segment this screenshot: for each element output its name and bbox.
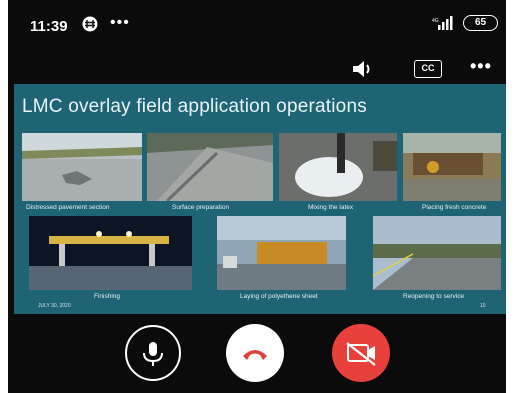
caption-mixing-latex: Mixing the latex <box>308 204 354 211</box>
photo-polyethene-sheet <box>217 216 346 290</box>
caption-distressed-pavement: Distressed pavement section <box>26 204 110 211</box>
closed-caption-icon[interactable]: CC <box>414 60 442 78</box>
photo-distressed-pavement <box>22 133 142 201</box>
caption-reopening: Reopening to service <box>403 293 465 300</box>
photo-reopening <box>373 216 501 290</box>
cc-label: CC <box>421 63 435 73</box>
camera-off-icon <box>346 342 376 366</box>
photo-surface-preparation <box>147 133 273 201</box>
more-options-icon[interactable]: ••• <box>470 56 492 77</box>
slide-footer-date: JULY 30, 2020 <box>38 303 71 309</box>
keypad-icon <box>82 16 98 36</box>
microphone-icon <box>143 342 163 366</box>
caption-finishing: Finishing <box>94 293 121 300</box>
status-time: 11:39 <box>30 18 68 35</box>
end-call-icon <box>243 350 267 360</box>
shared-slide: LMC overlay field application operations <box>14 84 506 314</box>
caption-polyethene-sheet: Laying of polyethene sheet <box>240 293 318 300</box>
battery-indicator: 65 <box>463 15 498 31</box>
end-call-button[interactable] <box>226 324 284 382</box>
status-bar: 11:39 ••• 4G 65 <box>8 0 506 55</box>
caption-placing-concrete: Placing fresh concrete <box>422 204 487 211</box>
signal-icon: 4G <box>432 16 453 30</box>
video-call-screen: 11:39 ••• 4G 65 CC ••• LMC overlay field… <box>8 0 506 393</box>
call-control-bar <box>8 314 506 393</box>
photo-finishing <box>29 216 192 290</box>
speaker-icon[interactable] <box>350 58 376 80</box>
photo-mixing-latex <box>279 133 397 201</box>
caption-surface-preparation: Surface preparation <box>172 204 230 211</box>
svg-text:4G: 4G <box>432 18 439 24</box>
notification-dots-icon: ••• <box>110 14 130 31</box>
photo-placing-concrete <box>403 133 501 201</box>
battery-level: 65 <box>474 17 487 28</box>
slide-title: LMC overlay field application operations <box>22 96 367 117</box>
camera-off-button[interactable] <box>332 324 390 382</box>
microphone-button[interactable] <box>125 325 181 381</box>
slide-page-number: 10 <box>480 303 486 309</box>
